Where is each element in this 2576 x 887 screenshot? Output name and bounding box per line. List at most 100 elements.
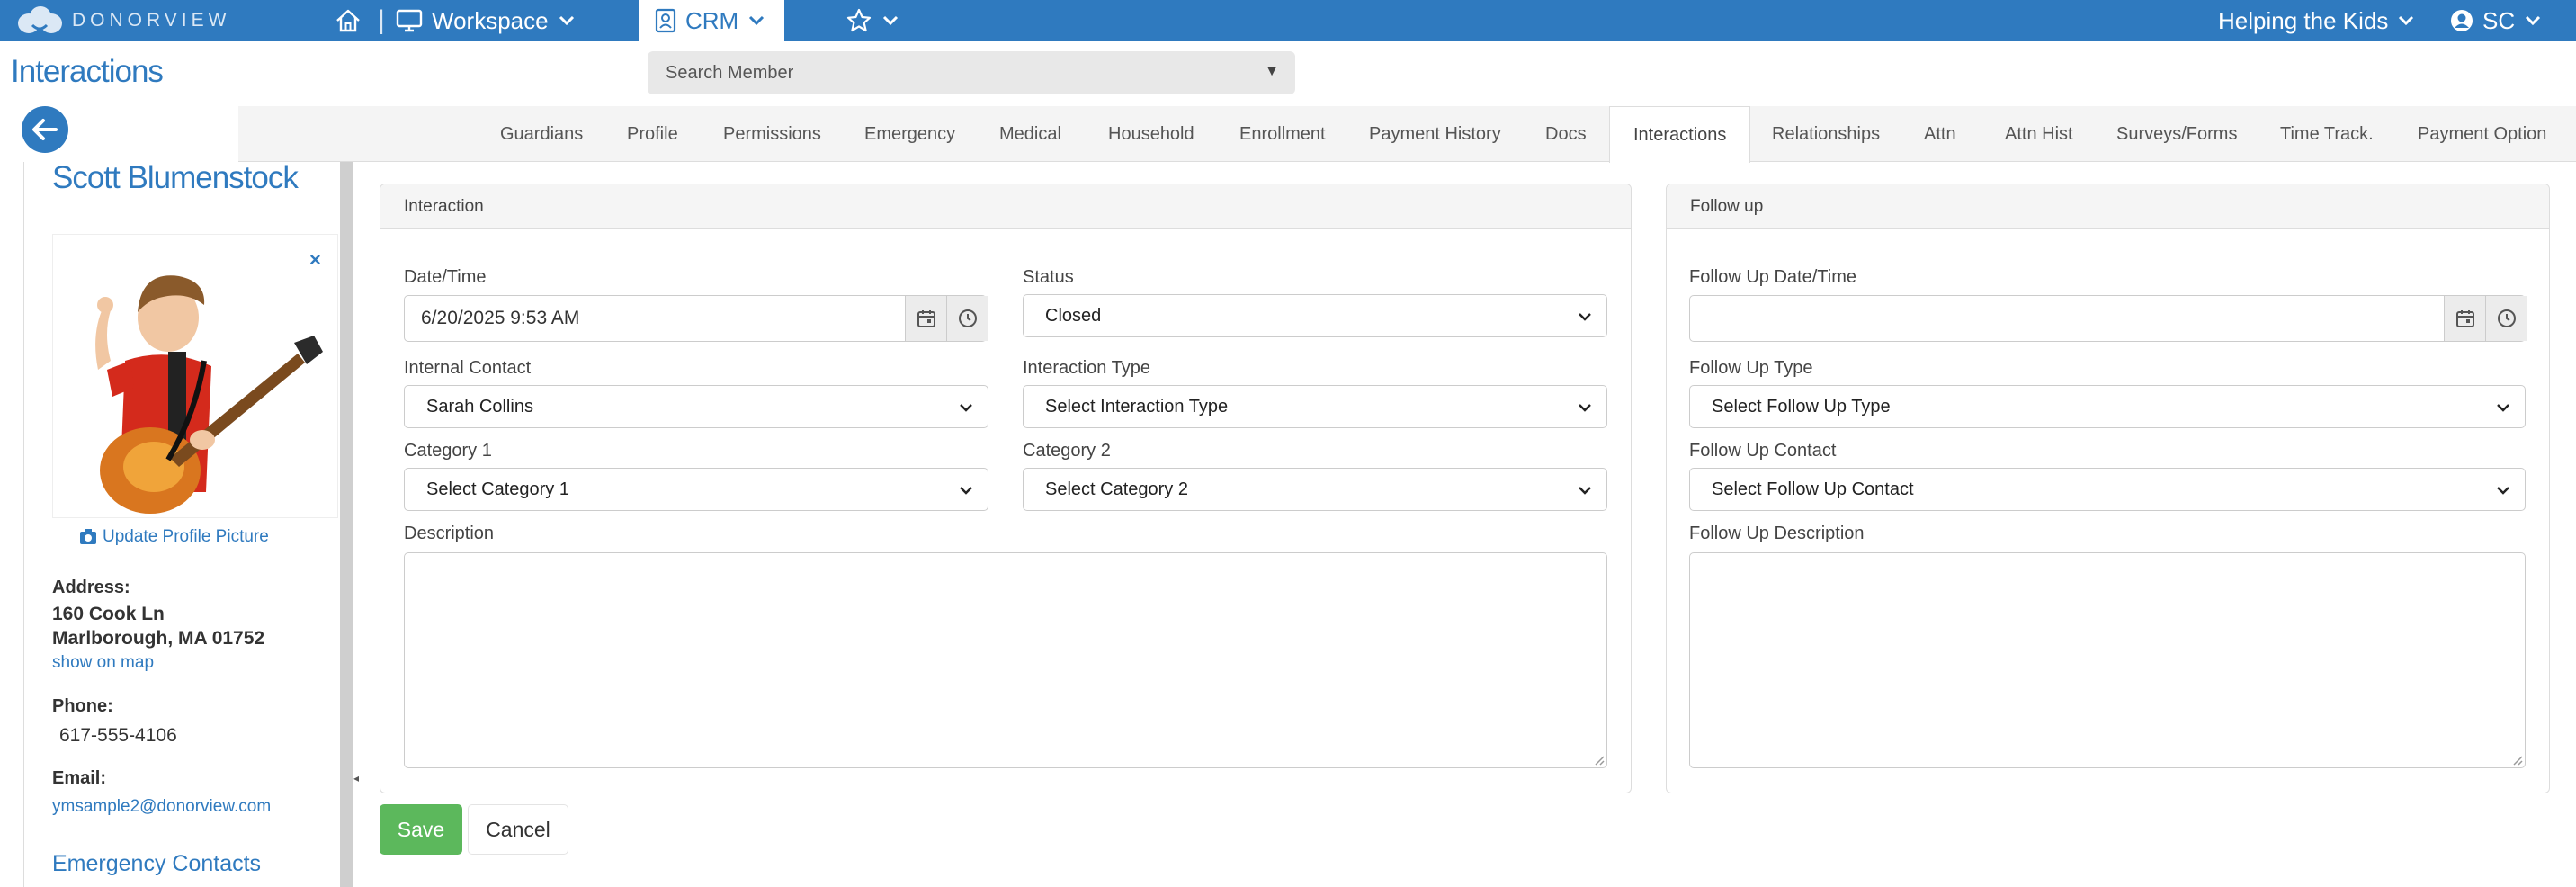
organization-menu[interactable]: Helping the Kids [2218, 0, 2415, 41]
nav-separator: | [378, 5, 385, 35]
tab-medical[interactable]: Medical [999, 106, 1061, 162]
phone-value: 617-555-4106 [59, 725, 177, 746]
tab-emergency[interactable]: Emergency [864, 106, 955, 162]
interaction-type-label: Interaction Type [1023, 358, 1150, 378]
tab-attn[interactable]: Attn [1924, 106, 1956, 162]
category2-label: Category 2 [1023, 441, 1111, 461]
chevron-down-icon [882, 15, 899, 26]
page-title: Interactions [11, 54, 164, 89]
home-button[interactable] [335, 0, 362, 41]
remove-photo-icon[interactable]: × [309, 248, 321, 272]
follow-up-type-select[interactable]: Select Follow Up Type [1689, 385, 2526, 428]
address-line2: Marlborough, MA 01752 [52, 628, 265, 649]
resize-grip-icon[interactable] [1592, 753, 1605, 766]
tab-attn-hist[interactable]: Attn Hist [2005, 106, 2073, 162]
clock-button[interactable] [946, 296, 988, 341]
datetime-input[interactable]: 6/20/2025 9:53 AM [404, 295, 988, 342]
email-label: Email: [52, 768, 107, 788]
follow-up-clock-button[interactable] [2485, 296, 2527, 341]
profile-photo-boy-guitar [53, 235, 337, 517]
crm-label: CRM [685, 6, 739, 34]
tab-relationships[interactable]: Relationships [1772, 106, 1880, 162]
crm-menu[interactable]: CRM [639, 0, 784, 41]
update-profile-picture-label: Update Profile Picture [103, 527, 269, 546]
tab-surveys-forms[interactable]: Surveys/Forms [2116, 106, 2237, 162]
collapse-sidebar-icon[interactable]: ◂ [353, 772, 359, 784]
logo-text: DONORVIEW [72, 10, 231, 31]
emergency-contacts-heading[interactable]: Emergency Contacts [52, 851, 261, 877]
tab-enrollment[interactable]: Enrollment [1239, 106, 1326, 162]
category1-value: Select Category 1 [426, 479, 569, 499]
interaction-panel-title: Interaction [380, 184, 1631, 229]
member-name: Scott Blumenstock [52, 160, 299, 195]
workspace-menu[interactable]: Workspace [396, 0, 576, 41]
chevron-down-icon [2497, 487, 2509, 495]
home-icon [336, 9, 360, 32]
follow-up-description-textarea[interactable] [1689, 552, 2526, 768]
chevron-down-icon [1579, 313, 1591, 321]
show-on-map-link[interactable]: show on map [52, 653, 154, 673]
internal-contact-value: Sarah Collins [426, 396, 533, 417]
follow-up-datetime-input[interactable] [1689, 295, 2527, 342]
chevron-down-icon [2497, 404, 2509, 412]
back-button[interactable] [22, 106, 68, 153]
update-profile-picture-link[interactable]: Update Profile Picture [79, 527, 269, 547]
tab-payment-history[interactable]: Payment History [1369, 106, 1501, 162]
tab-guardians[interactable]: Guardians [500, 106, 583, 162]
status-label: Status [1023, 267, 1074, 287]
email-link[interactable]: ymsample2@donorview.com [52, 797, 271, 817]
contact-card-icon [655, 8, 676, 33]
tab-payment-option[interactable]: Payment Option [2418, 106, 2546, 162]
chevron-down-icon [559, 15, 574, 26]
calendar-icon [2455, 310, 2474, 327]
status-select[interactable]: Closed [1023, 294, 1607, 337]
follow-up-datetime-label: Follow Up Date/Time [1689, 267, 1856, 287]
resize-grip-icon[interactable] [2510, 753, 2523, 766]
donorview-logo[interactable]: DONORVIEW [16, 4, 230, 38]
category2-value: Select Category 2 [1045, 479, 1188, 499]
tab-household[interactable]: Household [1108, 106, 1194, 162]
tab-interactions[interactable]: Interactions [1609, 106, 1751, 163]
clock-icon [2497, 309, 2516, 327]
camera-icon [80, 529, 96, 544]
category1-label: Category 1 [404, 441, 492, 461]
category1-select[interactable]: Select Category 1 [404, 468, 988, 511]
save-button[interactable]: Save [380, 804, 462, 855]
description-textarea[interactable] [404, 552, 1607, 768]
monitor-icon [396, 9, 423, 32]
address-label: Address: [52, 578, 130, 597]
follow-up-type-value: Select Follow Up Type [1712, 396, 1891, 417]
tab-time-track[interactable]: Time Track. [2280, 106, 2374, 162]
internal-contact-label: Internal Contact [404, 358, 532, 378]
calendar-button[interactable] [905, 296, 946, 341]
favorites-menu[interactable] [845, 0, 899, 41]
cancel-button[interactable]: Cancel [468, 804, 568, 855]
interaction-type-select[interactable]: Select Interaction Type [1023, 385, 1607, 428]
user-circle-icon [2451, 10, 2473, 31]
tab-profile[interactable]: Profile [627, 106, 678, 162]
follow-up-calendar-button[interactable] [2444, 296, 2485, 341]
calendar-icon [917, 310, 935, 327]
address-line1: 160 Cook Ln [52, 604, 165, 624]
follow-up-contact-select[interactable]: Select Follow Up Contact [1689, 468, 2526, 511]
sidebar-scrollbar[interactable] [340, 162, 353, 887]
arrow-left-icon [32, 119, 58, 140]
logo-cloud-icon [18, 6, 62, 33]
phone-label: Phone: [52, 696, 113, 716]
category2-select[interactable]: Select Category 2 [1023, 468, 1607, 511]
clock-icon [958, 309, 977, 327]
follow-up-contact-value: Select Follow Up Contact [1712, 479, 1914, 499]
tab-docs[interactable]: Docs [1545, 106, 1587, 162]
tab-permissions[interactable]: Permissions [723, 106, 821, 162]
datetime-value: 6/20/2025 9:53 AM [421, 308, 580, 328]
profile-picture [52, 234, 338, 518]
status-value: Closed [1045, 305, 1102, 326]
user-menu[interactable]: SC [2450, 0, 2542, 41]
user-initials: SC [2482, 6, 2516, 34]
follow-up-type-label: Follow Up Type [1689, 358, 1813, 378]
internal-contact-select[interactable]: Sarah Collins [404, 385, 988, 428]
datetime-label: Date/Time [404, 267, 487, 287]
workspace-label: Workspace [432, 6, 549, 34]
follow-up-panel-title: Follow up [1667, 184, 2549, 229]
member-search-select[interactable]: Search Member ▼ [648, 51, 1295, 94]
